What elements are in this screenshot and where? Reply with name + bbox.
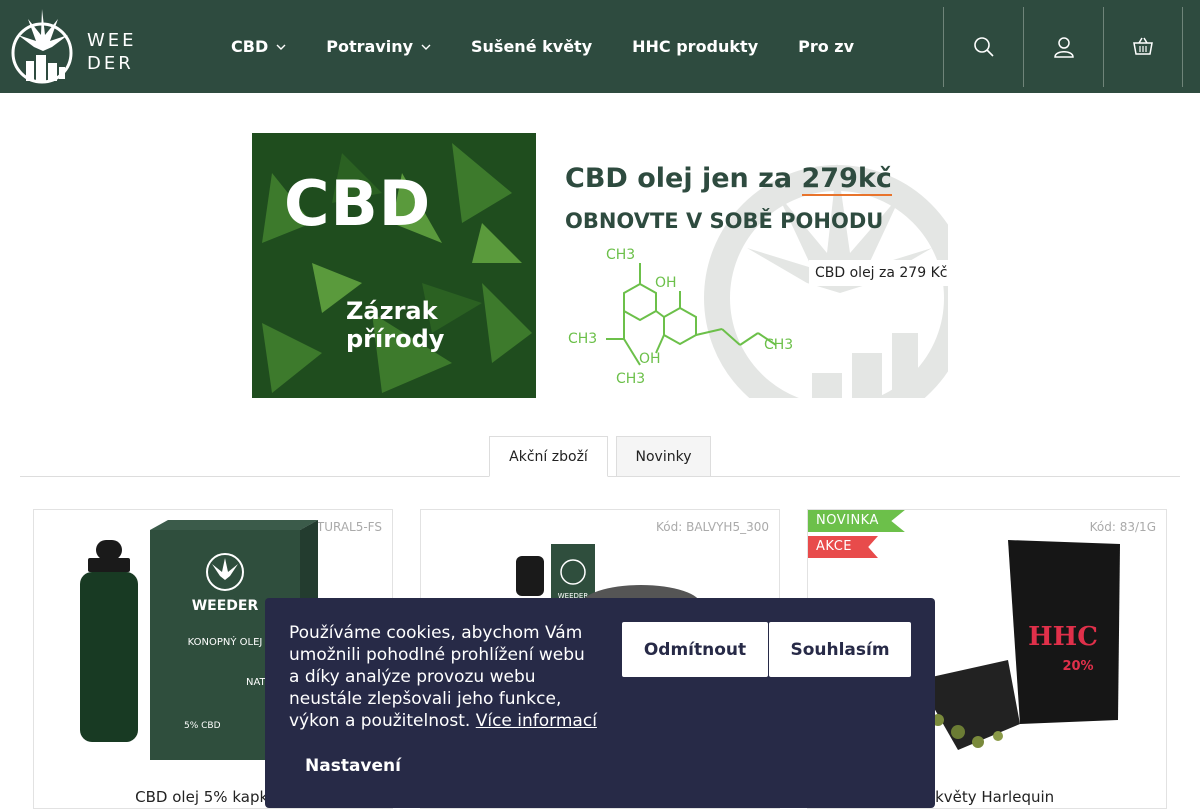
molecule-label: OH <box>639 351 661 367</box>
product-box-percent: 5% CBD <box>184 721 221 731</box>
nav-item-label: HHC produkty <box>632 37 759 56</box>
cookie-text: Používáme cookies, abychom Vám umožnili … <box>289 622 599 732</box>
user-icon <box>1053 37 1074 58</box>
weeder-logo[interactable]: WEE DER <box>10 5 134 87</box>
product-box-label: KONOPNÝ OLEJ <box>188 635 263 648</box>
product-box-brand: WEEDER <box>192 598 259 614</box>
molecule-label: CH3 <box>606 247 636 263</box>
nav-item-hhc-produkty[interactable]: HHC produkty <box>632 37 758 56</box>
nav-item-cbd[interactable]: CBD <box>231 37 286 56</box>
nav-item-label: Pro zvi <box>798 37 855 56</box>
account-button[interactable] <box>1023 7 1103 87</box>
site-header: WEE DER CBD Potraviny Sušené květy HHC p… <box>0 0 1200 93</box>
logo-text-line2: DER <box>87 53 134 74</box>
main-nav: CBD Potraviny Sušené květy HHC produkty … <box>231 0 854 93</box>
nav-item-potraviny[interactable]: Potraviny <box>326 37 431 56</box>
cookie-settings-button[interactable]: Nastavení <box>305 756 401 776</box>
molecule-label: OH <box>655 275 677 291</box>
banner-headline-text: CBD olej jen za <box>565 163 802 194</box>
product-bag-percent: 20% <box>1062 659 1093 674</box>
cookie-more-info-link[interactable]: Více informací <box>476 711 597 731</box>
cannabis-logo-icon <box>11 9 73 84</box>
nav-item-pro-zvirata[interactable]: Pro zvi <box>798 37 854 56</box>
cookie-consent-dialog: Používáme cookies, abychom Vám umožnili … <box>265 598 935 808</box>
banner-subheadline: OBNOVTE V SOBĚ POHODU <box>565 209 884 233</box>
chevron-down-icon <box>421 44 431 50</box>
logo-text-line1: WEE <box>87 30 137 51</box>
banner-headline: CBD olej jen za 279kč <box>565 163 892 196</box>
nav-item-label: Sušené květy <box>471 37 593 56</box>
molecule-label: CH3 <box>568 331 598 347</box>
cookie-reject-button[interactable]: Odmítnout <box>622 622 768 677</box>
nav-item-label: CBD <box>231 37 269 56</box>
molecule-label: CH3 <box>764 337 794 353</box>
cart-button[interactable] <box>1103 7 1183 87</box>
search-button[interactable] <box>943 7 1023 87</box>
chevron-down-icon <box>276 44 286 50</box>
tab-novinky[interactable]: Novinky <box>616 436 711 477</box>
nav-item-susene-kvety[interactable]: Sušené květy <box>471 37 592 56</box>
banner-headline-price: 279kč <box>801 163 892 196</box>
promo-banner[interactable]: CBD Zázrak přírody CH3 OH CH3 OH CH3 CH3… <box>252 133 948 398</box>
banner-caption: CBD olej za 279 Kč <box>809 260 948 286</box>
search-icon <box>973 37 994 57</box>
nav-item-label: Potraviny <box>326 37 414 56</box>
tab-akcni-zbozi[interactable]: Akční zboží <box>489 436 608 477</box>
molecule-label: CH3 <box>616 371 646 387</box>
product-bag-text: HHC <box>1028 622 1098 652</box>
cookie-accept-button[interactable]: Souhlasím <box>769 622 911 677</box>
cart-icon <box>1133 37 1153 55</box>
